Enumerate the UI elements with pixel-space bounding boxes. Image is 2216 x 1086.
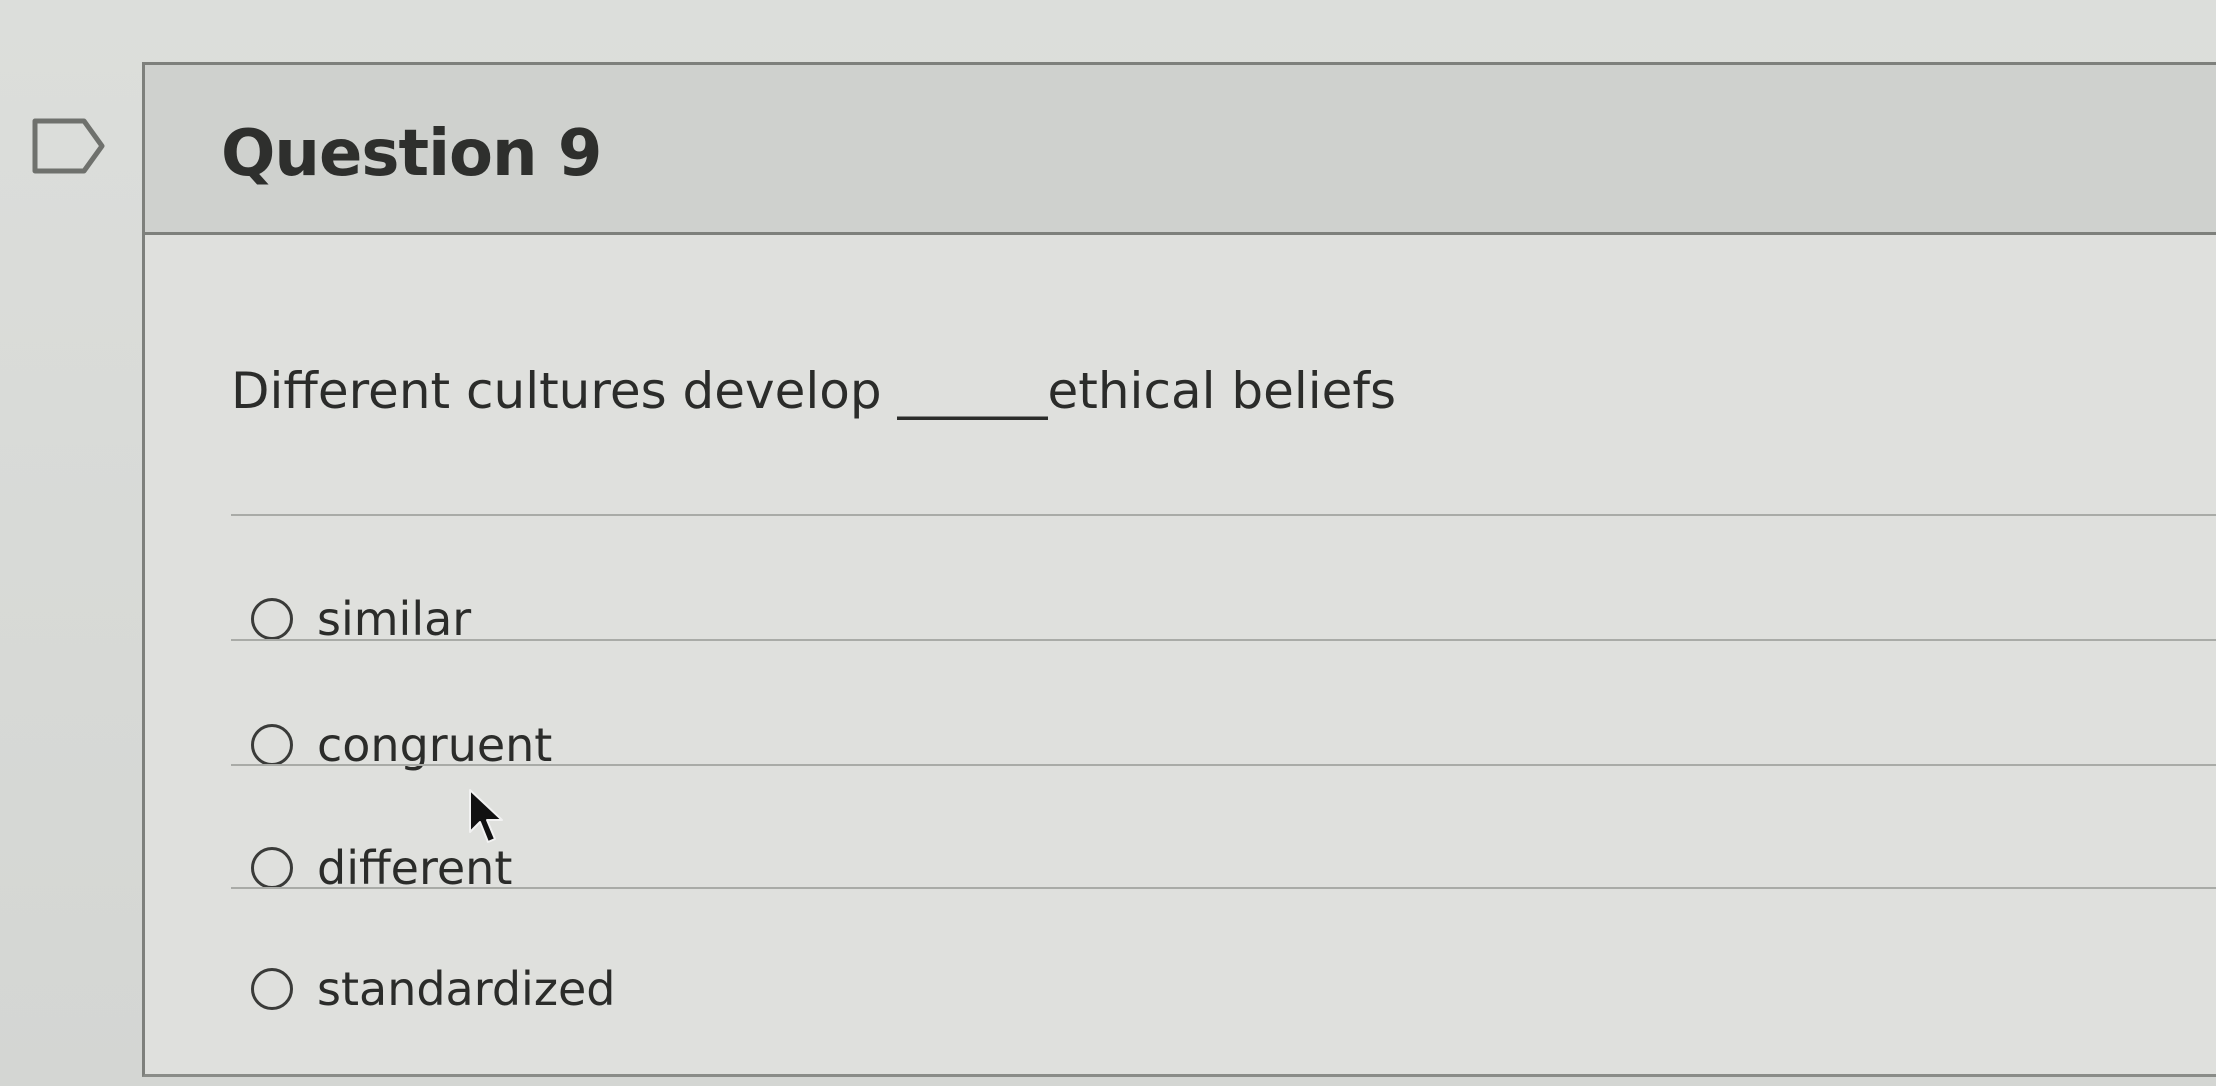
- divider: [231, 514, 2216, 516]
- divider: [231, 764, 2216, 766]
- answer-option-standardized[interactable]: standardized: [251, 954, 615, 1024]
- radio-button[interactable]: [251, 598, 293, 640]
- radio-button[interactable]: [251, 724, 293, 766]
- divider: [231, 639, 2216, 641]
- option-label: similar: [317, 592, 472, 646]
- flag-question-icon[interactable]: [32, 118, 106, 174]
- question-header: Question 9: [145, 65, 2216, 235]
- question-card: Question 9 Different cultures develop __…: [142, 62, 2216, 1077]
- radio-button[interactable]: [251, 847, 293, 889]
- answer-option-similar[interactable]: similar: [251, 584, 471, 654]
- quiz-page: Question 9 Different cultures develop __…: [0, 0, 2216, 1086]
- mouse-pointer-icon: [469, 789, 503, 843]
- question-text: Different cultures develop ______ethical…: [231, 362, 1397, 420]
- option-label: standardized: [317, 962, 616, 1016]
- question-title: Question 9: [221, 117, 602, 191]
- radio-button[interactable]: [251, 968, 293, 1010]
- divider: [231, 887, 2216, 889]
- answer-option-congruent[interactable]: congruent: [251, 710, 552, 780]
